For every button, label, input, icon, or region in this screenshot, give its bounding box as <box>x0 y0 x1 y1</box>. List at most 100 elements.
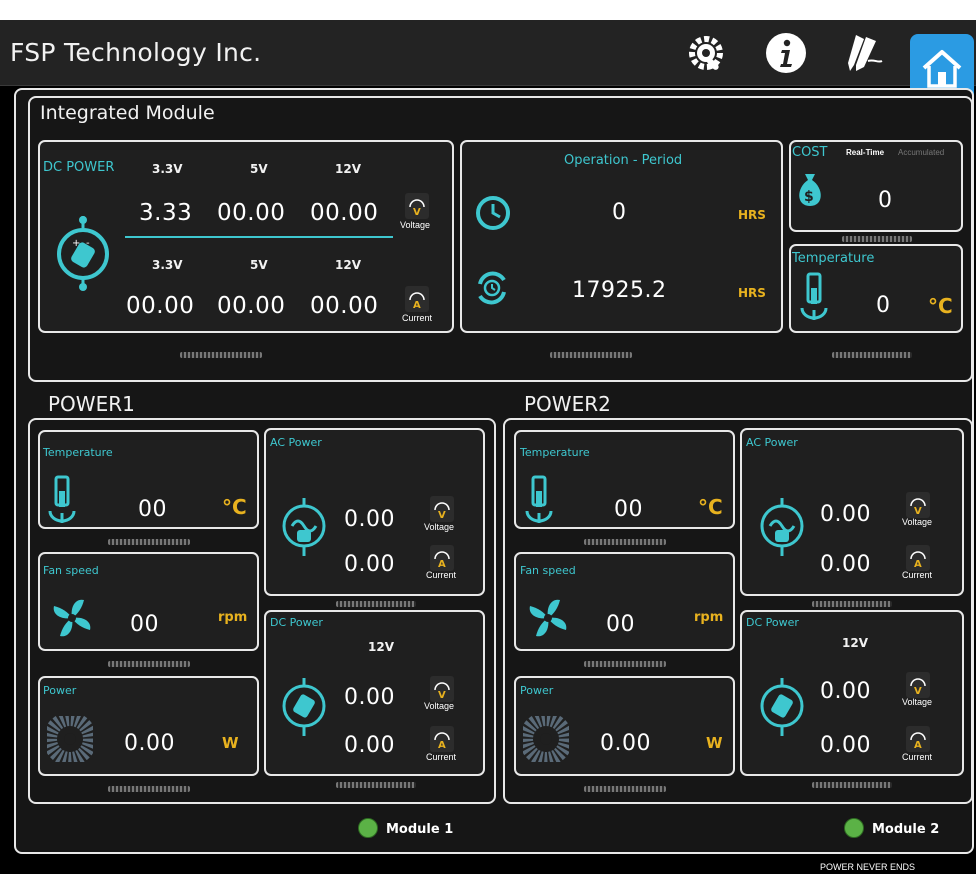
power1-power-gauge-icon <box>47 716 93 762</box>
power2-ac-voltage-gauge-icon: V <box>910 498 926 517</box>
integrated-temperature-value: 0 <box>876 293 891 318</box>
power1-ac-voltage-meter: V <box>430 496 454 522</box>
rail-label-12v-current: 12V <box>335 258 361 272</box>
power2-ac-current-label: Current <box>902 570 933 580</box>
power2-dc-scroll[interactable] <box>812 782 892 788</box>
cost-tab-realtime[interactable]: Real-Time <box>846 148 884 157</box>
svg-text:A: A <box>438 559 446 570</box>
svg-text:$: $ <box>804 189 814 205</box>
power2-dc-voltage-gauge-icon: V <box>910 678 926 697</box>
rail-label-5v-current: 5V <box>250 258 268 272</box>
power1-temperature-value: 00 <box>138 497 167 522</box>
svg-text:V: V <box>914 506 922 517</box>
power2-power-label: Power <box>520 684 554 697</box>
cost-label: COST <box>792 145 828 160</box>
cost-tab-accumulated[interactable]: Accumulated <box>898 148 944 157</box>
thermometer-icon <box>800 272 828 320</box>
power1-ac-voltage-label: Voltage <box>424 522 455 532</box>
power2-power-scroll[interactable] <box>584 786 666 792</box>
operation-unit-1: HRS <box>738 208 766 222</box>
power1-dc-scroll[interactable] <box>336 782 416 788</box>
power2-ac-current-gauge-icon: A <box>910 551 926 570</box>
power1-temperature-label: Temperature <box>43 446 113 459</box>
info-icon[interactable] <box>764 31 808 75</box>
power1-ac-scroll[interactable] <box>336 601 416 607</box>
power2-dc-label: DC Power <box>746 616 799 629</box>
module2-label[interactable]: Module 2 <box>872 822 939 837</box>
power2-fan-unit: rpm <box>694 610 724 625</box>
power1-fan-label: Fan speed <box>43 564 99 577</box>
power1-dc-voltage-label: Voltage <box>424 701 455 711</box>
current-gauge-icon: A <box>409 292 425 311</box>
power2-temperature-value: 00 <box>614 497 643 522</box>
settings-gear-icon[interactable] <box>684 31 728 75</box>
dc-current-5v: 00.00 <box>217 293 286 319</box>
home-icon <box>922 50 962 88</box>
power1-dc-current-label: Current <box>426 752 457 762</box>
power1-power-scroll[interactable] <box>108 786 190 792</box>
power2-dc-voltage-label: Voltage <box>902 697 933 707</box>
module1-label[interactable]: Module 1 <box>386 822 453 837</box>
svg-text:A: A <box>413 300 421 311</box>
power1-dc-plug-icon <box>282 678 326 736</box>
power1-fan-unit: rpm <box>218 610 248 625</box>
module1-status-dot[interactable] <box>358 818 378 838</box>
power2-temperature-scroll[interactable] <box>584 539 666 545</box>
money-bag-icon: $ <box>799 174 821 206</box>
power1-dc-current: 0.00 <box>344 733 395 758</box>
integrated-module-title: Integrated Module <box>40 102 215 124</box>
power1-fan-icon <box>53 599 91 637</box>
operation-value-2: 17925.2 <box>572 278 667 303</box>
power1-dc-voltage-meter: V <box>430 676 454 702</box>
rail-label-3v3-current: 3.3V <box>152 258 183 272</box>
svg-text:A: A <box>438 740 446 751</box>
rail-label-3v3: 3.3V <box>152 162 183 176</box>
voltage-gauge-icon: V <box>409 199 425 218</box>
power2-ac-voltage-meter: V <box>906 492 930 518</box>
edit-pen-icon[interactable] <box>842 31 886 75</box>
power2-ac-current: 0.00 <box>820 552 871 577</box>
operation-scroll-indicator[interactable] <box>550 352 632 358</box>
power2-ac-scroll[interactable] <box>812 601 892 607</box>
power1-temperature-scroll[interactable] <box>108 539 190 545</box>
power2-temperature-label: Temperature <box>520 446 590 459</box>
svg-text:+: + <box>72 238 80 249</box>
power1-dc-voltage: 0.00 <box>344 685 395 710</box>
clock-icon <box>476 196 510 230</box>
dc-divider <box>125 236 393 238</box>
dc-voltage-3v3: 3.33 <box>139 200 193 226</box>
power1-ac-current-label: Current <box>426 570 457 580</box>
power2-power-value: 0.00 <box>600 731 651 756</box>
integrated-temperature-label: Temperature <box>792 251 875 266</box>
svg-text:A: A <box>914 740 922 751</box>
svg-text:A: A <box>914 559 922 570</box>
power1-temperature-unit: °C <box>222 495 247 519</box>
rail-label-5v: 5V <box>250 162 268 176</box>
temperature-scroll-indicator[interactable] <box>832 352 912 358</box>
dc-voltage-12v: 00.00 <box>310 200 379 226</box>
current-meter: A <box>405 286 429 312</box>
operation-unit-2: HRS <box>738 286 766 300</box>
dc-power-scroll-indicator[interactable] <box>180 352 262 358</box>
cost-scroll-indicator[interactable] <box>842 236 912 242</box>
power2-fan-scroll[interactable] <box>584 661 666 667</box>
power2-thermometer-icon <box>525 475 553 523</box>
power1-fan-scroll[interactable] <box>108 661 190 667</box>
svg-text:V: V <box>413 207 421 218</box>
power2-fan-value: 00 <box>606 612 635 637</box>
dc-plug-icon: + - <box>57 216 109 291</box>
power2-fan-label: Fan speed <box>520 564 576 577</box>
power1-ac-current-meter: A <box>430 545 454 571</box>
power2-dc-current-meter: A <box>906 726 930 752</box>
power1-ac-voltage: 0.00 <box>344 507 395 532</box>
power1-power-value: 0.00 <box>124 731 175 756</box>
power1-thermometer-icon <box>48 475 76 523</box>
voltage-label: Voltage <box>400 220 431 230</box>
power1-dc-current-gauge-icon: A <box>434 732 450 751</box>
power1-ac-plug-icon <box>282 498 326 556</box>
rail-label-12v: 12V <box>335 162 361 176</box>
power1-dc-rail: 12V <box>368 640 394 654</box>
app-title: FSP Technology Inc. <box>10 38 262 67</box>
svg-text:V: V <box>914 686 922 697</box>
module2-status-dot[interactable] <box>844 818 864 838</box>
